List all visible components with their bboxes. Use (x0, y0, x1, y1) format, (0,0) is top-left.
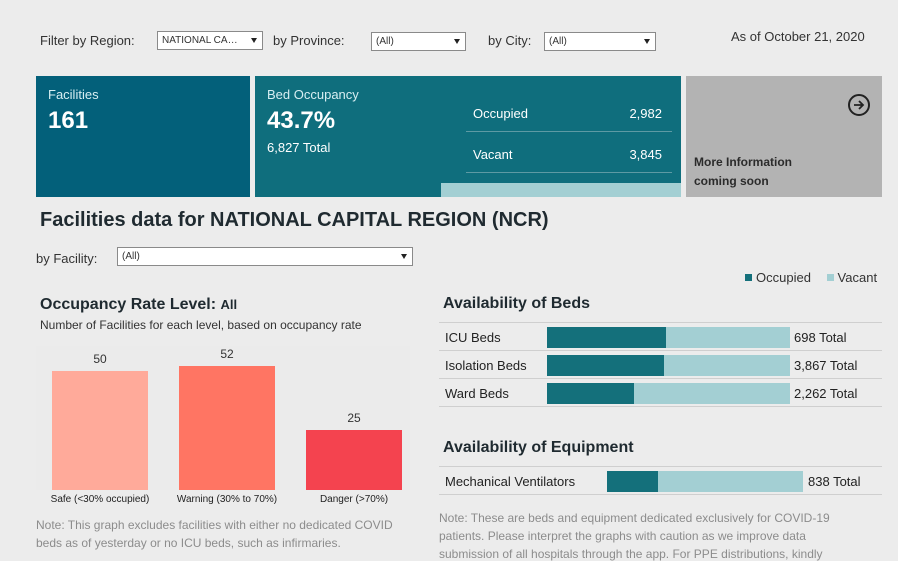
province-filter-label: by Province: (273, 33, 345, 48)
table-divider (439, 406, 882, 407)
occupancy-bar[interactable] (179, 366, 275, 490)
availability-note: Note: These are beds and equipment dedic… (439, 509, 830, 561)
bar-category-label: Danger (>70%) (319, 494, 389, 505)
chevron-down-icon (644, 39, 650, 44)
facilities-label: Facilities (48, 87, 99, 102)
availability-bar[interactable] (547, 327, 790, 348)
bed-occupancy-rate: 43.7% (267, 107, 336, 134)
city-filter-label: by City: (488, 33, 532, 48)
facility-select[interactable]: (All) (117, 247, 413, 266)
availability-row-label: Isolation Beds (445, 358, 527, 373)
more-info-line1: More Information (694, 155, 792, 169)
equipment-title: Availability of Equipment (443, 439, 634, 456)
bed-total: 6,827 Total (267, 140, 331, 155)
legend-vacant: Vacant (837, 270, 878, 285)
occupied-segment[interactable] (547, 327, 666, 348)
availability-row: Isolation Beds 3,867 Total (439, 350, 882, 378)
occupied-segment[interactable] (547, 355, 664, 376)
availability-row: Mechanical Ventilators 838 Total (439, 466, 882, 494)
city-select-value: (All) (549, 36, 567, 47)
vacant-label: Vacant (473, 147, 513, 162)
province-select-value: (All) (376, 36, 394, 47)
region-filter-label: Filter by Region: (40, 33, 135, 48)
region-title: Facilities data for NATIONAL CAPITAL REG… (40, 209, 549, 231)
occupancy-bar[interactable] (52, 371, 148, 490)
availability-total: 838 Total (808, 474, 861, 489)
occupied-segment[interactable] (607, 471, 658, 492)
occupancy-note-line2: beds as of yesterday or no ICU beds, suc… (36, 536, 341, 550)
beds-title: Availability of Beds (443, 295, 590, 312)
chevron-down-icon (401, 254, 407, 259)
occupied-row: Occupied 2,982 (466, 94, 672, 132)
bed-occupancy-tile: Bed Occupancy 43.7% 6,827 Total Occupied… (255, 76, 681, 197)
availability-bar[interactable] (547, 383, 790, 404)
bar-category-label: Safe (<30% occupied) (50, 494, 150, 505)
occupancy-note: Note: This graph excludes facilities wit… (36, 516, 393, 552)
facility-filter-label: by Facility: (36, 251, 98, 266)
facilities-tile: Facilities 161 (36, 76, 250, 197)
province-select[interactable]: (All) (371, 32, 466, 51)
legend-occupied: Occupied (756, 270, 811, 285)
more-info-tile[interactable]: More Information coming soon (686, 76, 882, 197)
more-info-text: More Information coming soon (694, 153, 792, 191)
availability-total: 698 Total (794, 330, 847, 345)
occupied-segment[interactable] (547, 383, 634, 404)
bar-value-label: 25 (347, 411, 361, 425)
vacant-row: Vacant 3,845 (466, 135, 672, 173)
availability-row-label: ICU Beds (445, 330, 501, 345)
legend: Occupied Vacant (745, 270, 877, 285)
occupied-swatch (745, 274, 752, 281)
occupancy-title-suffix: All (220, 297, 238, 312)
bar-category-label: Warning (30% to 70%) (176, 494, 278, 505)
city-select[interactable]: (All) (544, 32, 656, 51)
availability-total: 2,262 Total (794, 386, 858, 401)
bed-occupancy-label: Bed Occupancy (267, 87, 359, 102)
more-info-line2: coming soon (694, 174, 769, 188)
occupied-value: 2,982 (629, 106, 662, 121)
occupancy-title: Occupancy Rate Level: All (40, 296, 237, 314)
arrow-right-circle-icon[interactable] (848, 94, 870, 116)
as-of-date: As of October 21, 2020 (731, 29, 865, 44)
occupied-label: Occupied (473, 106, 528, 121)
facilities-count: 161 (48, 107, 89, 134)
occupancy-title-text: Occupancy Rate Level: (40, 296, 217, 313)
availability-row-label: Ward Beds (445, 386, 509, 401)
availability-note-line1: Note: These are beds and equipment dedic… (439, 511, 830, 525)
availability-row: ICU Beds 698 Total (439, 322, 882, 350)
availability-bar[interactable] (547, 355, 790, 376)
availability-row-label: Mechanical Ventilators (445, 474, 576, 489)
occupancy-subtitle: Number of Facilities for each level, bas… (40, 318, 362, 332)
vacant-strip (441, 183, 681, 197)
occupancy-bar[interactable] (306, 430, 402, 490)
availability-note-line3: submission of all hospitals through the … (439, 547, 823, 561)
vacant-swatch (826, 274, 834, 281)
region-select-value: NATIONAL CA… (162, 35, 238, 46)
facility-select-value: (All) (122, 251, 140, 262)
occupancy-chart: 50 Safe (<30% occupied) 52 Warning (30% to … (36, 346, 410, 505)
availability-bar[interactable] (607, 471, 803, 492)
availability-total: 3,867 Total (794, 358, 858, 373)
availability-note-line2: patients. Please interpret the graphs wi… (439, 529, 806, 543)
bar-value-label: 50 (93, 352, 107, 366)
occupancy-note-line1: Note: This graph excludes facilities wit… (36, 518, 393, 532)
region-select[interactable]: NATIONAL CA… (157, 31, 263, 50)
chevron-down-icon (454, 39, 460, 44)
chevron-down-icon (251, 38, 257, 43)
table-divider (439, 494, 882, 495)
availability-row: Ward Beds 2,262 Total (439, 378, 882, 406)
vacant-value: 3,845 (629, 147, 662, 162)
bar-value-label: 52 (220, 347, 234, 361)
